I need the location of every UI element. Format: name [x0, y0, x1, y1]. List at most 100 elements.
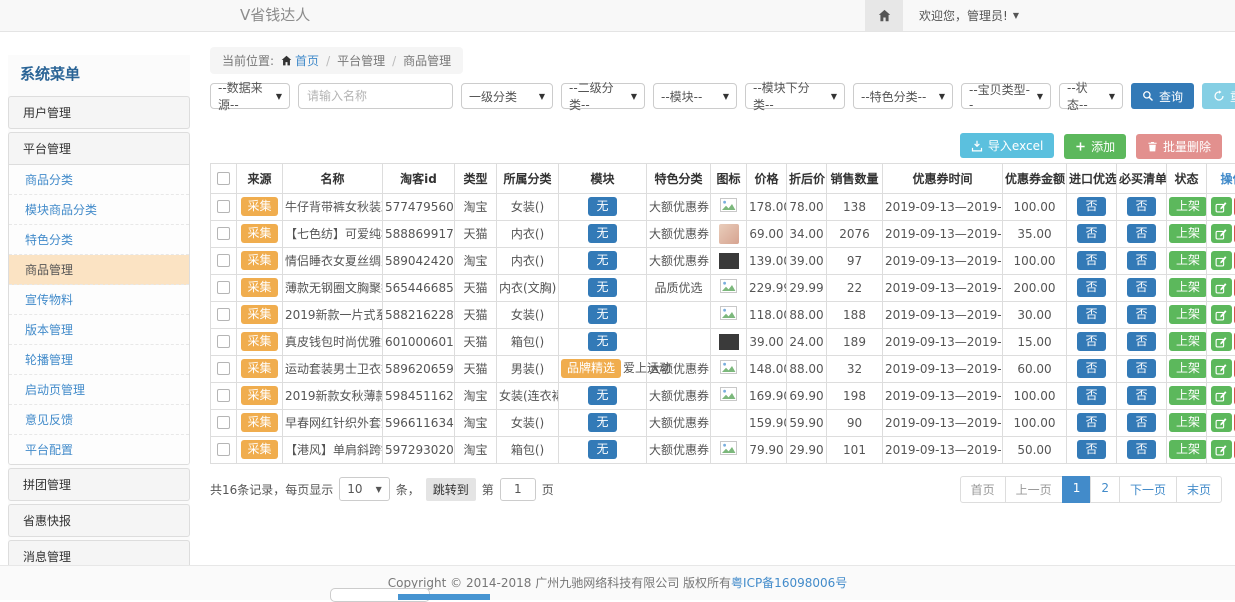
reset-button[interactable]: 重置	[1202, 83, 1235, 109]
sidebar-group-header[interactable]: 消息管理	[9, 541, 189, 565]
pager-button[interactable]: 1	[1062, 476, 1092, 503]
search-input[interactable]	[298, 83, 453, 109]
home-button[interactable]	[865, 0, 903, 31]
import-select-badge[interactable]: 否	[1077, 332, 1105, 351]
pager-button[interactable]: 2	[1090, 476, 1120, 503]
must-buy-badge[interactable]: 否	[1127, 332, 1155, 351]
row-checkbox[interactable]	[217, 362, 230, 375]
row-checkbox[interactable]	[217, 227, 230, 240]
edit-button[interactable]	[1211, 359, 1232, 378]
icp-link[interactable]: 粤ICP备16098006号	[731, 576, 847, 590]
edit-button[interactable]	[1211, 305, 1232, 324]
sidebar-group-header[interactable]: 省惠快报	[9, 505, 189, 536]
must-buy-badge-cell: 否	[1117, 436, 1167, 463]
sidebar-item[interactable]: 商品分类	[9, 165, 189, 195]
edit-button[interactable]	[1211, 440, 1232, 459]
add-button[interactable]: 添加	[1064, 134, 1126, 159]
must-buy-badge[interactable]: 否	[1127, 224, 1155, 243]
row-checkbox[interactable]	[217, 254, 230, 267]
status-badge[interactable]: 上架	[1169, 413, 1207, 432]
import-select-badge[interactable]: 否	[1077, 197, 1105, 216]
pager-button[interactable]: 首页	[960, 476, 1006, 503]
status-badge[interactable]: 上架	[1169, 197, 1207, 216]
filter-select[interactable]: --特色分类--▼	[853, 83, 953, 109]
product-thumbnail	[719, 253, 739, 269]
per-page-select[interactable]: 10 ▼	[339, 477, 389, 501]
row-checkbox[interactable]	[217, 443, 230, 456]
jump-page-input[interactable]	[500, 478, 536, 501]
filter-select[interactable]: --宝贝类型--▼	[961, 83, 1051, 109]
must-buy-badge[interactable]: 否	[1127, 278, 1155, 297]
breadcrumb-home-link[interactable]: 首页	[295, 54, 319, 68]
select-all-checkbox[interactable]	[217, 172, 230, 185]
must-buy-badge[interactable]: 否	[1127, 251, 1155, 270]
pager-button[interactable]: 上一页	[1005, 476, 1063, 503]
import-select-badge[interactable]: 否	[1077, 386, 1105, 405]
sidebar-group-header[interactable]: 平台管理	[9, 133, 189, 164]
coupon-time-cell: 2019-09-13—2019-09-18	[883, 220, 1003, 247]
edit-button[interactable]	[1211, 278, 1232, 297]
filter-select[interactable]: 一级分类▼	[461, 83, 553, 109]
row-checkbox[interactable]	[217, 335, 230, 348]
import-select-badge[interactable]: 否	[1077, 440, 1105, 459]
query-button[interactable]: 查询	[1131, 83, 1194, 109]
sidebar-item[interactable]: 宣传物料	[9, 285, 189, 315]
import-select-badge[interactable]: 否	[1077, 251, 1105, 270]
filter-select[interactable]: --模块下分类--▼	[745, 83, 845, 109]
edit-button[interactable]	[1211, 251, 1232, 270]
sales-count-cell: 32	[827, 355, 883, 382]
sales-count: 189	[843, 335, 866, 349]
edit-button[interactable]	[1211, 224, 1232, 243]
row-checkbox[interactable]	[217, 389, 230, 402]
sidebar-item[interactable]: 启动页管理	[9, 375, 189, 405]
import-select-badge[interactable]: 否	[1077, 305, 1105, 324]
filter-select[interactable]: --数据来源--▼	[210, 83, 290, 109]
sidebar-item[interactable]: 版本管理	[9, 315, 189, 345]
must-buy-badge[interactable]: 否	[1127, 305, 1155, 324]
pager-button[interactable]: 末页	[1176, 476, 1222, 503]
status-badge[interactable]: 上架	[1169, 224, 1207, 243]
pager-button[interactable]: 下一页	[1119, 476, 1177, 503]
row-checkbox[interactable]	[217, 308, 230, 321]
status-badge[interactable]: 上架	[1169, 359, 1207, 378]
status-badge[interactable]: 上架	[1169, 305, 1207, 324]
must-buy-badge-cell: 否	[1117, 409, 1167, 436]
sidebar-group-header[interactable]: 拼团管理	[9, 469, 189, 500]
filter-select[interactable]: --二级分类--▼	[561, 83, 645, 109]
status-badge[interactable]: 上架	[1169, 251, 1207, 270]
sidebar-item[interactable]: 特色分类	[9, 225, 189, 255]
import-select-badge[interactable]: 否	[1077, 278, 1105, 297]
import-select-badge[interactable]: 否	[1077, 224, 1105, 243]
import-select-badge[interactable]: 否	[1077, 359, 1105, 378]
sidebar-item[interactable]: 平台配置	[9, 435, 189, 464]
edit-button[interactable]	[1211, 197, 1232, 216]
discount-price: 29.99	[789, 281, 823, 295]
status-badge[interactable]: 上架	[1169, 440, 1207, 459]
row-checkbox[interactable]	[217, 416, 230, 429]
sidebar-item[interactable]: 意见反馈	[9, 405, 189, 435]
status-badge[interactable]: 上架	[1169, 332, 1207, 351]
must-buy-badge[interactable]: 否	[1127, 386, 1155, 405]
status-badge[interactable]: 上架	[1169, 386, 1207, 405]
must-buy-badge[interactable]: 否	[1127, 359, 1155, 378]
row-checkbox[interactable]	[217, 200, 230, 213]
batch-delete-button[interactable]: 批量删除	[1136, 134, 1222, 159]
edit-button[interactable]	[1211, 386, 1232, 405]
filter-select[interactable]: --模块--▼	[653, 83, 737, 109]
edit-button[interactable]	[1211, 332, 1232, 351]
sidebar-item[interactable]: 模块商品分类	[9, 195, 189, 225]
sidebar-item[interactable]: 商品管理	[9, 255, 189, 285]
must-buy-badge[interactable]: 否	[1127, 413, 1155, 432]
edit-button[interactable]	[1211, 413, 1232, 432]
import-excel-button[interactable]: 导入excel	[960, 133, 1054, 158]
filter-select[interactable]: --状态--▼	[1059, 83, 1123, 109]
must-buy-badge[interactable]: 否	[1127, 197, 1155, 216]
status-badge[interactable]: 上架	[1169, 278, 1207, 297]
sidebar-item[interactable]: 轮播管理	[9, 345, 189, 375]
sidebar-group-header[interactable]: 用户管理	[9, 97, 189, 128]
must-buy-badge[interactable]: 否	[1127, 440, 1155, 459]
jump-button[interactable]: 跳转到	[426, 478, 476, 501]
row-checkbox[interactable]	[217, 281, 230, 294]
user-menu[interactable]: 欢迎您，管理员! ▼	[903, 7, 1035, 24]
import-select-badge[interactable]: 否	[1077, 413, 1105, 432]
